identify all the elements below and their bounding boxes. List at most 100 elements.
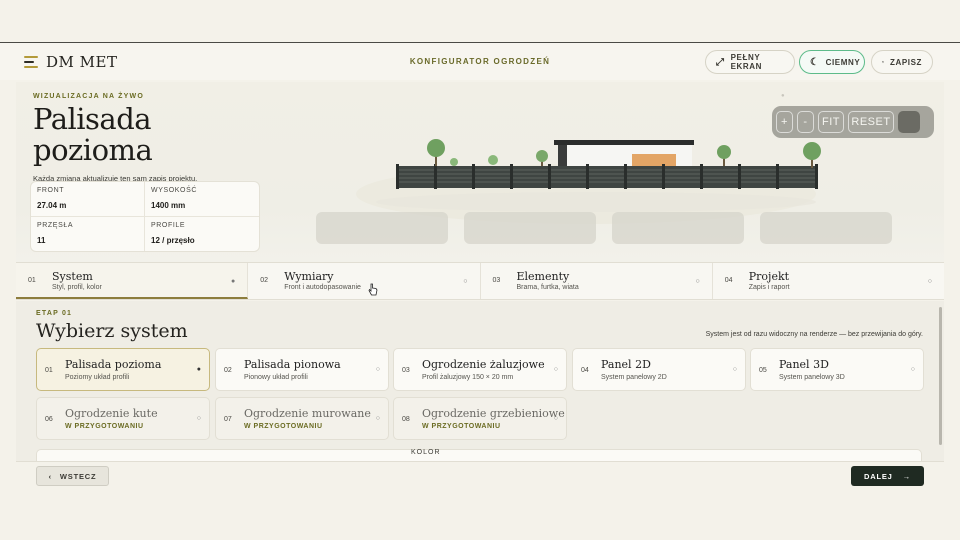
- hand-cursor-icon: [368, 283, 378, 296]
- save-button[interactable]: ZAPISZ: [871, 50, 933, 74]
- option-number: 02: [224, 367, 232, 374]
- system-option-palisada-pozioma[interactable]: 01 Palisada pozioma Poziomy układ profil…: [36, 348, 210, 391]
- faded-card: [316, 212, 448, 244]
- option-radio-icon: ●: [196, 366, 201, 373]
- tab-title: System: [52, 270, 93, 283]
- faded-card: [760, 212, 892, 244]
- option-radio-icon: ○: [375, 415, 380, 422]
- stat-height: WYSOKOŚĆ 1400 mm: [145, 182, 259, 217]
- option-title: Ogrodzenie grzebieniowe: [422, 407, 565, 420]
- option-radio-icon: ○: [732, 366, 737, 373]
- section-note: System jest od razu widoczny na renderze…: [705, 331, 923, 338]
- page-title: Palisada pozioma: [33, 102, 153, 167]
- tab-elements[interactable]: 03 Elementy Brama, furtka, wiata ○: [481, 263, 713, 299]
- option-title: Panel 3D: [779, 358, 829, 371]
- option-number: 05: [759, 367, 767, 374]
- zoom-in-button[interactable]: +: [776, 111, 793, 133]
- tab-project[interactable]: 04 Projekt Zapis i raport ○: [713, 263, 944, 299]
- system-option-murowane[interactable]: 07 Ogrodzenie murowane W PRZYGOTOWANIU ○: [215, 397, 389, 440]
- stat-value: 12 / przęsło: [151, 235, 195, 245]
- option-subtitle: System panelowy 3D: [779, 374, 845, 381]
- system-option-panel-3d[interactable]: 05 Panel 3D System panelowy 3D ○: [750, 348, 924, 391]
- option-number: 03: [402, 367, 410, 374]
- top-bar: DM MET KONFIGURATOR OGRODZEŃ ⤢ PEŁNY EKR…: [0, 42, 960, 80]
- system-step-panel: ETAP 01 Wybierz system System jest od ra…: [16, 301, 944, 461]
- option-subtitle: Poziomy układ profili: [65, 374, 130, 381]
- hero-section: WIZUALIZACJA NA ŻYWO Palisada pozioma Ka…: [16, 82, 944, 262]
- tab-number: 04: [724, 277, 733, 284]
- content-scrollbar[interactable]: [939, 307, 942, 445]
- tab-subtitle: Front i autodopasowanie: [284, 284, 361, 291]
- option-status: W PRZYGOTOWANIU: [422, 423, 501, 430]
- option-title: Ogrodzenie murowane: [244, 407, 371, 420]
- next-label: DALEJ: [864, 471, 893, 481]
- tab-status-icon: ○: [695, 278, 700, 285]
- option-radio-icon: ○: [196, 415, 201, 422]
- fit-button[interactable]: FIT: [818, 111, 844, 133]
- option-title: Panel 2D: [601, 358, 651, 371]
- fullscreen-label: PEŁNY EKRAN: [730, 53, 763, 71]
- option-number: 01: [45, 367, 53, 374]
- tab-subtitle: Styl, profil, kolor: [52, 284, 102, 291]
- stat-label: PROFILE: [151, 221, 186, 229]
- dark-mode-button[interactable]: ☾ CIEMNY: [799, 50, 865, 74]
- next-button[interactable]: DALEJ →: [851, 466, 924, 486]
- tab-dimensions[interactable]: 02 Wymiary Front i autodopasowanie ○: [248, 263, 481, 299]
- option-number: 06: [45, 416, 53, 423]
- back-button[interactable]: ‹ WSTECZ: [36, 466, 109, 486]
- tab-number: 03: [492, 277, 501, 284]
- options-lower-panel: [36, 449, 922, 461]
- option-number: 04: [581, 367, 589, 374]
- render-viewport[interactable]: ● + - FIT RESET: [296, 82, 944, 262]
- option-radio-icon: ○: [375, 366, 380, 373]
- tab-title: Projekt: [748, 270, 790, 283]
- system-option-kute[interactable]: 06 Ogrodzenie kute W PRZYGOTOWANIU ○: [36, 397, 210, 440]
- title-line-1: Palisada: [33, 102, 152, 136]
- option-radio-icon: ○: [553, 366, 558, 373]
- tab-status-icon: ○: [927, 278, 932, 285]
- stat-spans: PRZĘSŁA 11: [31, 216, 145, 251]
- stat-profiles: PROFILE 12 / przęsło: [145, 217, 259, 252]
- stat-value: 11: [37, 235, 46, 245]
- expand-icon: ⤢: [716, 56, 725, 68]
- view-toggle-icon[interactable]: [898, 111, 920, 133]
- option-status: W PRZYGOTOWANIU: [65, 423, 144, 430]
- live-label: WIZUALIZACJA NA ŻYWO: [33, 93, 144, 100]
- faded-card: [464, 212, 596, 244]
- option-subtitle: Pionowy układ profili: [244, 374, 308, 381]
- stat-front: FRONT 27.04 m: [31, 182, 145, 217]
- reset-button[interactable]: RESET: [848, 111, 894, 133]
- stats-panel: FRONT 27.04 m WYSOKOŚĆ 1400 mm PRZĘSŁA 1…: [30, 181, 260, 252]
- chevron-left-icon: ‹: [48, 471, 52, 481]
- tab-number: 02: [260, 277, 269, 284]
- arrow-right-icon: →: [902, 471, 911, 481]
- system-option-palisada-pionowa[interactable]: 02 Palisada pionowa Pionowy układ profil…: [215, 348, 389, 391]
- option-number: 08: [402, 416, 410, 423]
- faded-card: [612, 212, 744, 244]
- dark-mode-label: CIEMNY: [825, 57, 861, 67]
- fullscreen-button[interactable]: ⤢ PEŁNY EKRAN: [705, 50, 795, 74]
- stat-label: WYSOKOŚĆ: [151, 187, 198, 194]
- system-option-zaluzjowe[interactable]: 03 Ogrodzenie żaluzjowe Profil żaluzjowy…: [393, 348, 567, 391]
- option-title: Ogrodzenie kute: [65, 407, 158, 420]
- tab-system[interactable]: 01 System Styl, profil, kolor ●: [16, 263, 249, 299]
- color-label: KOLOR: [411, 449, 441, 456]
- system-option-panel-2d[interactable]: 04 Panel 2D System panelowy 2D ○: [572, 348, 746, 391]
- stat-label: FRONT: [37, 187, 65, 194]
- save-icon: [882, 61, 884, 63]
- tab-subtitle: Brama, furtka, wiata: [516, 284, 579, 291]
- option-status: W PRZYGOTOWANIU: [244, 423, 323, 430]
- system-option-grzebieniowe[interactable]: 08 Ogrodzenie grzebieniowe W PRZYGOTOWAN…: [393, 397, 567, 440]
- option-radio-icon: ○: [910, 366, 915, 373]
- stage-label: ETAP 01: [36, 310, 73, 317]
- moon-icon: ☾: [810, 56, 820, 68]
- stat-value: 27.04 m: [37, 201, 67, 210]
- option-radio-icon: ○: [553, 415, 558, 422]
- zoom-out-button[interactable]: -: [797, 111, 814, 133]
- faded-summary-cards: [316, 212, 892, 244]
- title-line-2: pozioma: [33, 133, 153, 167]
- option-title: Ogrodzenie żaluzjowe: [422, 358, 545, 371]
- tab-number: 01: [28, 277, 36, 284]
- option-title: Palisada pozioma: [65, 358, 162, 371]
- option-subtitle: System panelowy 2D: [601, 374, 667, 381]
